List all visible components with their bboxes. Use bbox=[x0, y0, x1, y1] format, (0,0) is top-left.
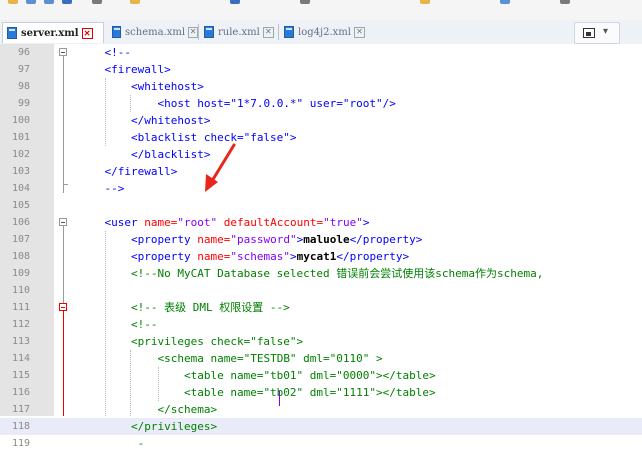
code-token-comment: </privileges> bbox=[130, 420, 218, 433]
line-number: 118 bbox=[11, 421, 30, 432]
line-code[interactable]: - bbox=[78, 435, 145, 452]
line-number: 119 bbox=[11, 438, 30, 449]
code-line[interactable]: 119 - bbox=[0, 435, 642, 452]
line-code[interactable]: </privileges> bbox=[78, 418, 217, 435]
code-line[interactable]: 118 </privileges> bbox=[0, 418, 642, 435]
annotation-arrow bbox=[205, 143, 236, 192]
code-token-comment: - bbox=[137, 437, 145, 450]
